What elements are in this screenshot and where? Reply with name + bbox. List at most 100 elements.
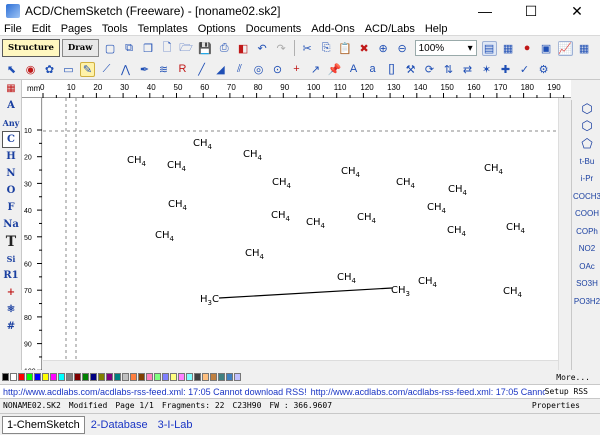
color-swatch[interactable] <box>226 373 233 381</box>
color-swatch[interactable] <box>146 373 153 381</box>
ethane-right-label[interactable]: CH3 <box>391 285 410 298</box>
arrow-icon[interactable]: ↗ <box>308 62 323 77</box>
print-icon[interactable]: ⎙ <box>217 41 232 56</box>
vertical-scrollbar[interactable] <box>558 98 571 370</box>
structure-mode-button[interactable]: Structure <box>2 39 60 57</box>
draw-continuous-icon[interactable]: ⟋ <box>99 62 114 77</box>
lasso-icon[interactable]: ✿ <box>42 62 57 77</box>
hashed-bond-icon[interactable]: ⫽ <box>232 62 247 77</box>
horizontal-scrollbar[interactable] <box>43 360 558 370</box>
methane-label[interactable]: CH4 <box>306 217 326 230</box>
menu-tools[interactable]: Tools <box>102 23 128 35</box>
properties-button[interactable]: Properties <box>532 401 580 410</box>
menu-templates[interactable]: Templates <box>138 23 188 35</box>
draw-normal-icon[interactable]: ✎ <box>80 61 95 77</box>
plus-icon[interactable]: + <box>289 62 304 77</box>
color-swatch[interactable] <box>10 373 17 381</box>
3d-optimize-icon[interactable]: ⟳ <box>422 62 437 77</box>
color-swatch[interactable] <box>26 373 33 381</box>
copy-page-icon[interactable]: ⧉ <box>122 41 137 56</box>
rotate-icon[interactable]: ◉ <box>23 62 38 77</box>
atom-label-icon[interactable]: a <box>365 62 380 77</box>
drawing-canvas[interactable]: CH4 CH4 CH4 CH4 CH4 CH4 CH4 CH4 CH4 CH4 CH4 CH4 CH4 C… <box>43 98 558 360</box>
color-swatch[interactable] <box>210 373 217 381</box>
zoom-out-icon[interactable]: ⊖ <box>395 41 410 56</box>
ethane-left-label[interactable]: H3C <box>200 294 219 307</box>
menu-file[interactable]: File <box>4 23 22 35</box>
methane-label[interactable]: CH4 <box>337 272 357 285</box>
radical-oac[interactable]: OAc <box>574 258 600 276</box>
mirror-icon[interactable]: ⇄ <box>460 62 475 77</box>
copy-icon[interactable]: ⎘ <box>319 41 334 56</box>
methane-label[interactable]: CH4 <box>448 184 468 197</box>
tab-database[interactable]: 2-Database <box>87 416 152 434</box>
new-page-icon[interactable]: ▢ <box>103 41 118 56</box>
chain-icon[interactable]: ⋀ <box>118 62 133 77</box>
radical-coph[interactable]: COPh <box>574 223 600 241</box>
delete-icon[interactable]: ✖ <box>357 41 372 56</box>
text-tool[interactable]: T <box>2 233 20 250</box>
radical-no2[interactable]: NO2 <box>574 240 600 258</box>
cyclopentane-icon[interactable]: ⬠ <box>574 135 600 153</box>
methane-label[interactable]: CH4 <box>506 222 526 235</box>
color-swatch[interactable] <box>186 373 193 381</box>
hydrogen-icon[interactable]: ✚ <box>498 62 513 77</box>
select-icon[interactable]: ⬉ <box>4 62 19 77</box>
color-swatch[interactable] <box>42 373 49 381</box>
color-swatch[interactable] <box>34 373 41 381</box>
aa-icon[interactable]: A <box>346 62 361 77</box>
color-swatch[interactable] <box>178 373 185 381</box>
color-swatch[interactable] <box>66 373 73 381</box>
methane-label[interactable]: CH4 <box>357 212 377 225</box>
menu-help[interactable]: Help <box>425 23 448 35</box>
color-swatch[interactable] <box>130 373 137 381</box>
color-swatch[interactable] <box>58 373 65 381</box>
methane-label[interactable]: CH4 <box>396 177 416 190</box>
charge-plus-tool[interactable]: + <box>2 284 20 301</box>
methane-label[interactable]: CH4 <box>271 210 291 223</box>
menu-pages[interactable]: Pages <box>61 23 92 35</box>
methane-label[interactable]: CH4 <box>272 177 292 190</box>
color-swatch[interactable] <box>170 373 177 381</box>
undo-icon[interactable]: ↶ <box>255 41 270 56</box>
methane-label[interactable]: CH4 <box>168 199 188 212</box>
element-H[interactable]: H <box>2 148 20 165</box>
radical-coch3[interactable]: COCH3 <box>573 188 600 206</box>
structure-svg[interactable]: CH4CH4 CH4CH4CH4CH4CH4CH4CH4CH4CH4 CH4CH4C… <box>43 98 558 360</box>
stereo-icon[interactable]: ✶ <box>479 62 494 77</box>
zoom-select[interactable]: 100% ▾ <box>414 40 477 56</box>
menu-add-ons[interactable]: Add-Ons <box>311 23 354 35</box>
element-O[interactable]: O <box>2 182 20 199</box>
check-icon[interactable]: ✓ <box>517 62 532 77</box>
rss-message-1[interactable]: http://www.acdlabs.com/acdlabs-rss-feed.… <box>3 387 307 397</box>
save-icon[interactable]: 💾 <box>198 41 213 56</box>
methane-label[interactable]: CH4 <box>243 149 263 162</box>
color-swatch[interactable] <box>2 373 9 381</box>
bracket-icon[interactable]: [] <box>384 62 399 77</box>
menu-options[interactable]: Options <box>198 23 236 35</box>
color-swatch[interactable] <box>98 373 105 381</box>
setup-rss-button[interactable]: Setup RSS <box>544 387 588 396</box>
color-swatch[interactable] <box>122 373 129 381</box>
charge-icon[interactable]: ⊙ <box>270 62 285 77</box>
color-swatch[interactable] <box>18 373 25 381</box>
atom-properties-icon[interactable]: ⚛ <box>2 301 20 318</box>
maximize-button[interactable]: ☐ <box>508 0 554 22</box>
close-button[interactable]: ✕ <box>554 0 600 22</box>
redo-icon[interactable]: ↷ <box>274 41 289 56</box>
radical-so3h[interactable]: SO3H <box>574 275 600 293</box>
open-folder-icon[interactable]: 🗁 <box>179 41 194 56</box>
radical-po3h2[interactable]: PO3H2 <box>574 293 600 311</box>
benzene-icon[interactable]: ⬡ <box>574 100 600 118</box>
color-swatch[interactable] <box>154 373 161 381</box>
table-of-radicals-icon[interactable]: ▦ <box>501 41 516 56</box>
color-swatch[interactable] <box>90 373 97 381</box>
element-A[interactable]: A <box>2 97 20 114</box>
methane-label[interactable]: CH4 <box>167 160 187 173</box>
element-F[interactable]: F <box>2 199 20 216</box>
color-swatch[interactable] <box>114 373 121 381</box>
pages-icon[interactable]: ❐ <box>141 41 156 56</box>
wavy-bond-icon[interactable]: ≋ <box>156 62 171 77</box>
r-group-tool[interactable]: R1 <box>2 267 20 284</box>
paste-icon[interactable]: 📋 <box>338 41 353 56</box>
